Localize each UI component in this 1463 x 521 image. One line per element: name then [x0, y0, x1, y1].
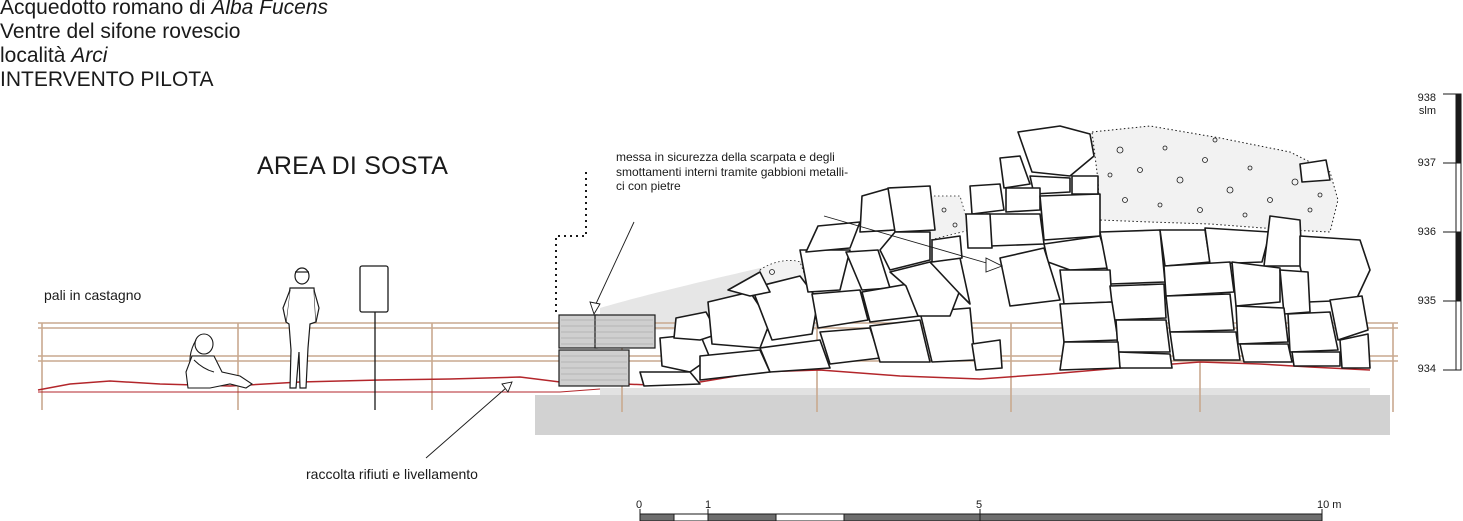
section-drawing — [37, 93, 1462, 521]
foundation-top-lighter — [600, 388, 1370, 395]
elevation-unit: slm — [1418, 105, 1436, 117]
elevation-label-935: 935 — [1417, 295, 1436, 307]
ground-line-lower — [38, 388, 601, 393]
sign-post-icon — [359, 265, 389, 410]
foundation-platform — [535, 395, 1390, 435]
elevation-label-936: 936 — [1417, 226, 1436, 238]
dotted-profile — [555, 168, 587, 312]
elevation-label-937: 937 — [1417, 157, 1436, 169]
elevation-label-938: 938 — [1417, 92, 1436, 104]
scale-label-5: 5 — [976, 499, 983, 511]
scale-label-1: 1 — [705, 499, 712, 511]
rubble-top — [929, 195, 971, 241]
scale-label-10m: 10 m — [1317, 499, 1342, 511]
scale-label-0: 0 — [636, 499, 643, 511]
elevation-scale — [1443, 93, 1462, 371]
elevation-label-934: 934 — [1417, 363, 1436, 375]
